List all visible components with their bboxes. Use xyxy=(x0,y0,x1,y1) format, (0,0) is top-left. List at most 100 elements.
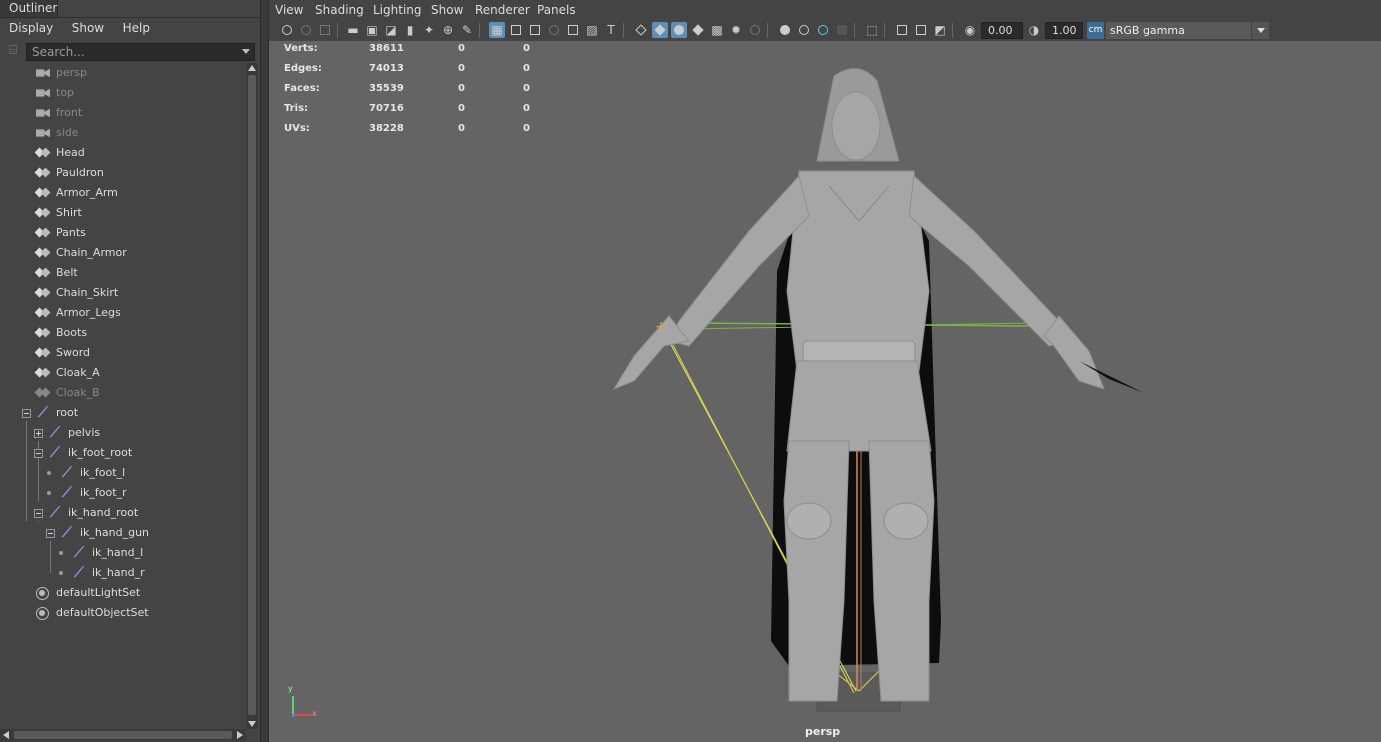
ik-handle-marker: + xyxy=(655,319,667,335)
outliner-item-armor-arm[interactable]: Armor_Arm xyxy=(0,183,246,203)
outliner-item-belt[interactable]: Belt xyxy=(0,263,246,283)
anti-aliasing-icon[interactable] xyxy=(815,22,831,38)
filter-icon[interactable]: ⌸ xyxy=(5,43,21,59)
image-icon[interactable]: ▨ xyxy=(584,22,600,38)
xray-components-icon[interactable]: ◩ xyxy=(932,22,948,38)
safe-action-icon[interactable] xyxy=(527,22,543,38)
search-options-chevron-icon[interactable] xyxy=(242,49,250,54)
wireframe-on-shaded-icon[interactable] xyxy=(671,22,687,38)
camera-attributes-icon[interactable]: ▬ xyxy=(345,22,361,38)
wireframe-icon[interactable] xyxy=(633,22,649,38)
outliner-item-chain-skirt[interactable]: Chain_Skirt xyxy=(0,283,246,303)
gamma-field[interactable]: 1.00 xyxy=(1045,22,1083,39)
outliner-item-ik-hand-root[interactable]: ⟋ ik_hand_root xyxy=(0,503,246,523)
menu-renderer[interactable]: Renderer xyxy=(475,3,530,17)
2d-pan-zoom-icon[interactable]: ◪ xyxy=(383,22,399,38)
outliner-item-pelvis[interactable]: ⟋ pelvis xyxy=(0,423,246,443)
camera-icon xyxy=(36,68,50,78)
motion-blur-icon[interactable] xyxy=(796,22,812,38)
outliner-item-label: ik_foot_root xyxy=(68,446,133,459)
outliner-item-front[interactable]: front xyxy=(0,103,246,123)
menu-help[interactable]: Help xyxy=(114,18,150,38)
collapse-icon[interactable] xyxy=(46,529,55,538)
scroll-thumb[interactable] xyxy=(248,75,256,715)
scroll-thumb[interactable] xyxy=(14,731,232,739)
outliner-item-top[interactable]: top xyxy=(0,83,246,103)
xray-joints-icon[interactable] xyxy=(913,22,929,38)
outliner-item-pauldron[interactable]: Pauldron xyxy=(0,163,246,183)
panel-divider[interactable] xyxy=(260,0,269,742)
outliner-item-sword[interactable]: Sword xyxy=(0,343,246,363)
outliner-item-ik-foot-root[interactable]: ⟋ ik_foot_root xyxy=(0,443,246,463)
grease-pencil-icon[interactable]: ▮ xyxy=(402,22,418,38)
scroll-right-arrow-icon[interactable] xyxy=(237,731,243,739)
smooth-shade-icon[interactable] xyxy=(652,22,668,38)
menu-panels[interactable]: Panels xyxy=(537,3,576,17)
outliner-item-head[interactable]: Head xyxy=(0,143,246,163)
field-chart-icon[interactable] xyxy=(508,22,524,38)
lock-camera-icon[interactable] xyxy=(298,22,314,38)
color-space-dropdown[interactable]: sRGB gamma xyxy=(1106,22,1269,39)
outliner-vertical-scrollbar[interactable] xyxy=(246,63,258,729)
outliner-item-pants[interactable]: Pants xyxy=(0,223,246,243)
film-gate-icon[interactable]: ✦ xyxy=(421,22,437,38)
ambient-occlusion-icon[interactable] xyxy=(777,22,793,38)
scroll-up-arrow-icon[interactable] xyxy=(248,65,256,71)
exposure-icon[interactable]: ◉ xyxy=(962,22,978,38)
xray-icon[interactable] xyxy=(894,22,910,38)
expand-icon[interactable] xyxy=(34,429,43,438)
isolate-select-icon[interactable]: ⬚ xyxy=(864,22,880,38)
outliner-title[interactable]: Outliner xyxy=(0,0,59,17)
outliner-item-defaultlightset[interactable]: defaultLightSet xyxy=(0,583,246,603)
menu-shading[interactable]: Shading xyxy=(315,3,364,17)
lights-icon[interactable]: ✹ xyxy=(728,22,744,38)
joint-icon: ⟋ xyxy=(74,545,84,561)
menu-lighting[interactable]: Lighting xyxy=(373,3,422,17)
outliner-item-armor-legs[interactable]: Armor_Legs xyxy=(0,303,246,323)
depth-of-field-icon[interactable] xyxy=(834,22,850,38)
outliner-item-root[interactable]: ⟋ root xyxy=(0,403,246,423)
collapse-icon[interactable] xyxy=(22,409,31,418)
search-input[interactable]: Search... xyxy=(26,43,255,61)
checker-icon[interactable]: ▩ xyxy=(709,22,725,38)
3d-viewport[interactable]: + Verts: 38611 0 0 Edges: 74013 0 0 Faces: 35539 0… xyxy=(269,41,1381,742)
menu-view[interactable]: View xyxy=(275,3,303,17)
outliner-item-ik-foot-l[interactable]: ⟋ ik_foot_l xyxy=(0,463,246,483)
image-plane-icon[interactable]: ▣ xyxy=(364,22,380,38)
paint-icon[interactable]: ✎ xyxy=(459,22,475,38)
scroll-down-arrow-icon[interactable] xyxy=(248,721,256,727)
color-management-icon[interactable]: cm xyxy=(1087,22,1104,39)
exposure-field[interactable]: 0.00 xyxy=(981,22,1023,39)
outliner-item-defaultobjectset[interactable]: defaultObjectSet xyxy=(0,603,246,623)
outliner-item-persp[interactable]: persp xyxy=(0,63,246,83)
hud-value-selected: 0 xyxy=(458,43,465,54)
text-icon[interactable]: T xyxy=(603,22,619,38)
outliner-horizontal-scrollbar[interactable] xyxy=(0,729,246,741)
outliner-item-boots[interactable]: Boots xyxy=(0,323,246,343)
menu-display[interactable]: Display xyxy=(0,18,53,38)
outliner-item-cloak-b[interactable]: Cloak_B xyxy=(0,383,246,403)
outliner-item-ik-hand-l[interactable]: ⟋ ik_hand_l xyxy=(0,543,246,563)
collapse-icon[interactable] xyxy=(34,449,43,458)
scroll-left-arrow-icon[interactable] xyxy=(3,731,9,739)
outliner-item-side[interactable]: side xyxy=(0,123,246,143)
gamma-icon[interactable]: ◑ xyxy=(1026,22,1042,38)
grid-icon[interactable]: ▦ xyxy=(489,22,505,38)
shadows-icon[interactable] xyxy=(747,22,763,38)
gate-mask-icon[interactable] xyxy=(565,22,581,38)
outliner-item-chain-armor[interactable]: Chain_Armor xyxy=(0,243,246,263)
outliner-item-ik-foot-r[interactable]: ⟋ ik_foot_r xyxy=(0,483,246,503)
outliner-item-cloak-a[interactable]: Cloak_A xyxy=(0,363,246,383)
collapse-icon[interactable] xyxy=(34,509,43,518)
menu-show[interactable]: Show xyxy=(63,18,104,38)
outliner-item-ik-hand-gun[interactable]: ⟋ ik_hand_gun xyxy=(0,523,246,543)
select-camera-icon[interactable] xyxy=(279,22,295,38)
outliner-item-shirt[interactable]: Shirt xyxy=(0,203,246,223)
resolution-gate-icon[interactable]: ⊕ xyxy=(440,22,456,38)
color-space-chevron-down-icon[interactable] xyxy=(1251,22,1269,39)
menu-show[interactable]: Show xyxy=(431,3,463,17)
bookmark-icon[interactable] xyxy=(317,22,333,38)
safe-title-icon[interactable] xyxy=(546,22,562,38)
textured-icon[interactable] xyxy=(690,22,706,38)
outliner-item-ik-hand-r[interactable]: ⟋ ik_hand_r xyxy=(0,563,246,583)
